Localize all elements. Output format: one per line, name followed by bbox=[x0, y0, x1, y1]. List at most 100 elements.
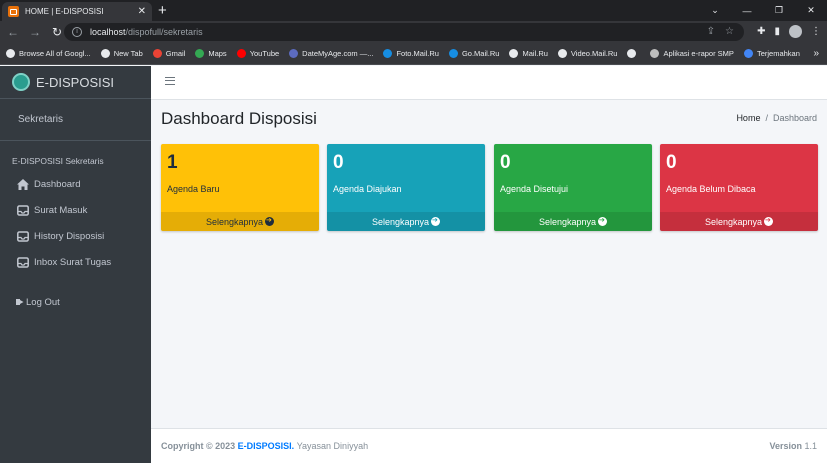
sidebar-item-label: Dashboard bbox=[34, 178, 81, 190]
bookmark-item[interactable]: Foto.Mail.Ru bbox=[383, 49, 439, 58]
bookmark-label: Browse All of Googl... bbox=[19, 49, 91, 58]
arrow-circle-right-icon bbox=[598, 216, 608, 226]
bookmark-label: Foto.Mail.Ru bbox=[396, 49, 439, 58]
tab-title: HOME | E-DISPOSISI bbox=[25, 7, 104, 16]
box-label: Agenda Baru bbox=[167, 184, 220, 194]
sidebar-item-history-disposisi[interactable]: History Disposisi bbox=[0, 223, 151, 249]
sidebar: E-DISPOSISI Sekretaris E-DISPOSISI Sekre… bbox=[0, 66, 151, 463]
bookmark-label: DateMyAge.com —... bbox=[302, 49, 374, 58]
box-label: Agenda Disetujui bbox=[500, 184, 569, 194]
close-tab-icon[interactable]: ✕ bbox=[138, 6, 146, 17]
maximize-icon[interactable]: ❐ bbox=[763, 5, 795, 16]
logout-icon bbox=[16, 299, 24, 305]
sidebar-item-surat-masuk[interactable]: Surat Masuk bbox=[0, 197, 151, 223]
star-icon[interactable]: ☆ bbox=[725, 26, 734, 37]
sidepanel-icon[interactable]: ▮ bbox=[774, 26, 780, 37]
box-more-link[interactable]: Selengkapnya bbox=[660, 212, 818, 231]
bookmark-icon bbox=[383, 49, 393, 58]
browser-toolbar: ← → ↻ i localhost /dispofull/sekretaris … bbox=[0, 21, 827, 43]
user-name[interactable]: Sekretaris bbox=[18, 114, 63, 125]
browser-tab[interactable]: HOME | E-DISPOSISI ✕ bbox=[2, 2, 152, 21]
share-icon[interactable]: ⇪ bbox=[707, 26, 715, 37]
box-more-label: Selengkapnya bbox=[538, 216, 597, 227]
footer-brand-link[interactable]: E-DISPOSISI. bbox=[238, 441, 295, 451]
chevron-down-icon[interactable]: ⌄ bbox=[699, 5, 731, 16]
breadcrumb-separator: / bbox=[765, 113, 768, 123]
box-label: Agenda Belum Dibaca bbox=[666, 184, 756, 194]
sidebar-item-dashboard[interactable]: Dashboard bbox=[0, 171, 151, 197]
minimize-icon[interactable]: — bbox=[731, 6, 763, 16]
box-value: 1 bbox=[167, 152, 178, 173]
bookmark-item[interactable]: Aplikasi e-rapor SMP bbox=[650, 49, 734, 58]
sidebar-item-inbox-surat-tugas[interactable]: Inbox Surat Tugas bbox=[0, 249, 151, 275]
page-title: Dashboard Disposisi bbox=[161, 109, 317, 128]
box-more-label: Selengkapnya bbox=[205, 216, 264, 227]
sidebar-item-label: Surat Masuk bbox=[34, 204, 88, 216]
inbox-icon bbox=[17, 256, 29, 268]
close-window-icon[interactable]: ✕ bbox=[795, 5, 827, 16]
address-bar[interactable]: i localhost /dispofull/sekretaris ⇪ ☆ bbox=[64, 23, 744, 41]
bookmark-icon bbox=[289, 49, 299, 58]
box-more-label: Selengkapnya bbox=[371, 216, 430, 227]
hamburger-menu-icon[interactable] bbox=[165, 77, 175, 85]
new-tab-icon[interactable]: + bbox=[158, 2, 167, 19]
box-more-link[interactable]: Selengkapnya bbox=[161, 212, 319, 231]
bookmark-item[interactable] bbox=[627, 49, 640, 58]
bookmark-item[interactable]: Gmail bbox=[152, 49, 186, 58]
bookmark-item[interactable]: Maps bbox=[195, 49, 227, 58]
info-icon[interactable]: i bbox=[72, 27, 82, 37]
bookmarks-overflow-icon[interactable]: » bbox=[813, 48, 819, 59]
box-value: 0 bbox=[500, 152, 511, 173]
bookmark-label: YouTube bbox=[249, 49, 280, 58]
bookmark-label: Gmail bbox=[165, 49, 186, 58]
url-host: localhost bbox=[90, 27, 126, 37]
favicon-icon bbox=[8, 6, 19, 17]
box-more-link[interactable]: Selengkapnya bbox=[327, 212, 485, 231]
forward-icon[interactable]: → bbox=[26, 25, 44, 39]
profile-avatar[interactable] bbox=[789, 25, 802, 38]
logout-label: Log Out bbox=[26, 296, 60, 308]
footer-version-number: 1.1 bbox=[804, 441, 817, 451]
back-icon[interactable]: ← bbox=[4, 25, 22, 39]
logout-link[interactable]: Log Out bbox=[0, 289, 151, 315]
bookmark-icon bbox=[743, 49, 753, 58]
bookmark-label: Mail.Ru bbox=[522, 49, 548, 58]
sidebar-item-label: Inbox Surat Tugas bbox=[34, 256, 112, 268]
home-icon bbox=[17, 178, 29, 190]
brand-link[interactable]: E-DISPOSISI bbox=[0, 66, 151, 99]
bookmark-item[interactable]: Mail.Ru bbox=[509, 49, 548, 58]
user-panel: Sekretaris bbox=[0, 99, 151, 141]
browser-tab-strip: HOME | E-DISPOSISI ✕ + ⌄ — ❐ ✕ bbox=[0, 0, 827, 21]
bookmark-icon bbox=[557, 49, 567, 58]
bookmark-icon bbox=[152, 49, 162, 58]
bookmark-item[interactable]: Go.Mail.Ru bbox=[448, 49, 500, 58]
box-more-link[interactable]: Selengkapnya bbox=[494, 212, 652, 231]
bookmark-item[interactable]: Terjemahkan bbox=[743, 49, 800, 58]
breadcrumb-home-link[interactable]: Home bbox=[736, 113, 760, 123]
box-more-label: Selengkapnya bbox=[704, 216, 763, 227]
bookmark-icon bbox=[195, 49, 205, 58]
bookmark-label: New Tab bbox=[113, 49, 143, 58]
bookmark-icon bbox=[236, 49, 246, 58]
bookmark-label: Aplikasi e-rapor SMP bbox=[663, 49, 734, 58]
menu-kebab-icon[interactable]: ⋮ bbox=[811, 26, 821, 37]
bookmark-icon bbox=[100, 49, 110, 58]
page-footer: Copyright © 2023 E-DISPOSISI. Yayasan Di… bbox=[151, 428, 827, 463]
bookmark-item[interactable]: YouTube bbox=[236, 49, 280, 58]
box-value: 0 bbox=[333, 152, 344, 173]
extensions-icon[interactable]: ✚ bbox=[757, 26, 765, 37]
bookmark-item[interactable]: Browse All of Googl... bbox=[6, 49, 91, 58]
bookmark-item[interactable]: DateMyAge.com —... bbox=[289, 49, 373, 58]
footer-copyright: Copyright © 2023 bbox=[161, 441, 236, 451]
breadcrumb: Home / Dashboard bbox=[736, 113, 817, 123]
bookmark-label: Maps bbox=[208, 49, 227, 58]
bookmark-label: Terjemahkan bbox=[756, 49, 800, 58]
bookmark-icon bbox=[627, 49, 637, 58]
footer-version-label: Version bbox=[769, 441, 802, 451]
box-agenda-baru: 1 Agenda Baru Selengkapnya bbox=[161, 144, 319, 231]
bookmark-item[interactable]: New Tab bbox=[100, 49, 143, 58]
sidebar-item-label: History Disposisi bbox=[34, 230, 105, 242]
box-label: Agenda Diajukan bbox=[333, 184, 402, 194]
bookmark-label: Go.Mail.Ru bbox=[461, 49, 500, 58]
bookmark-item[interactable]: Video.Mail.Ru bbox=[557, 49, 617, 58]
